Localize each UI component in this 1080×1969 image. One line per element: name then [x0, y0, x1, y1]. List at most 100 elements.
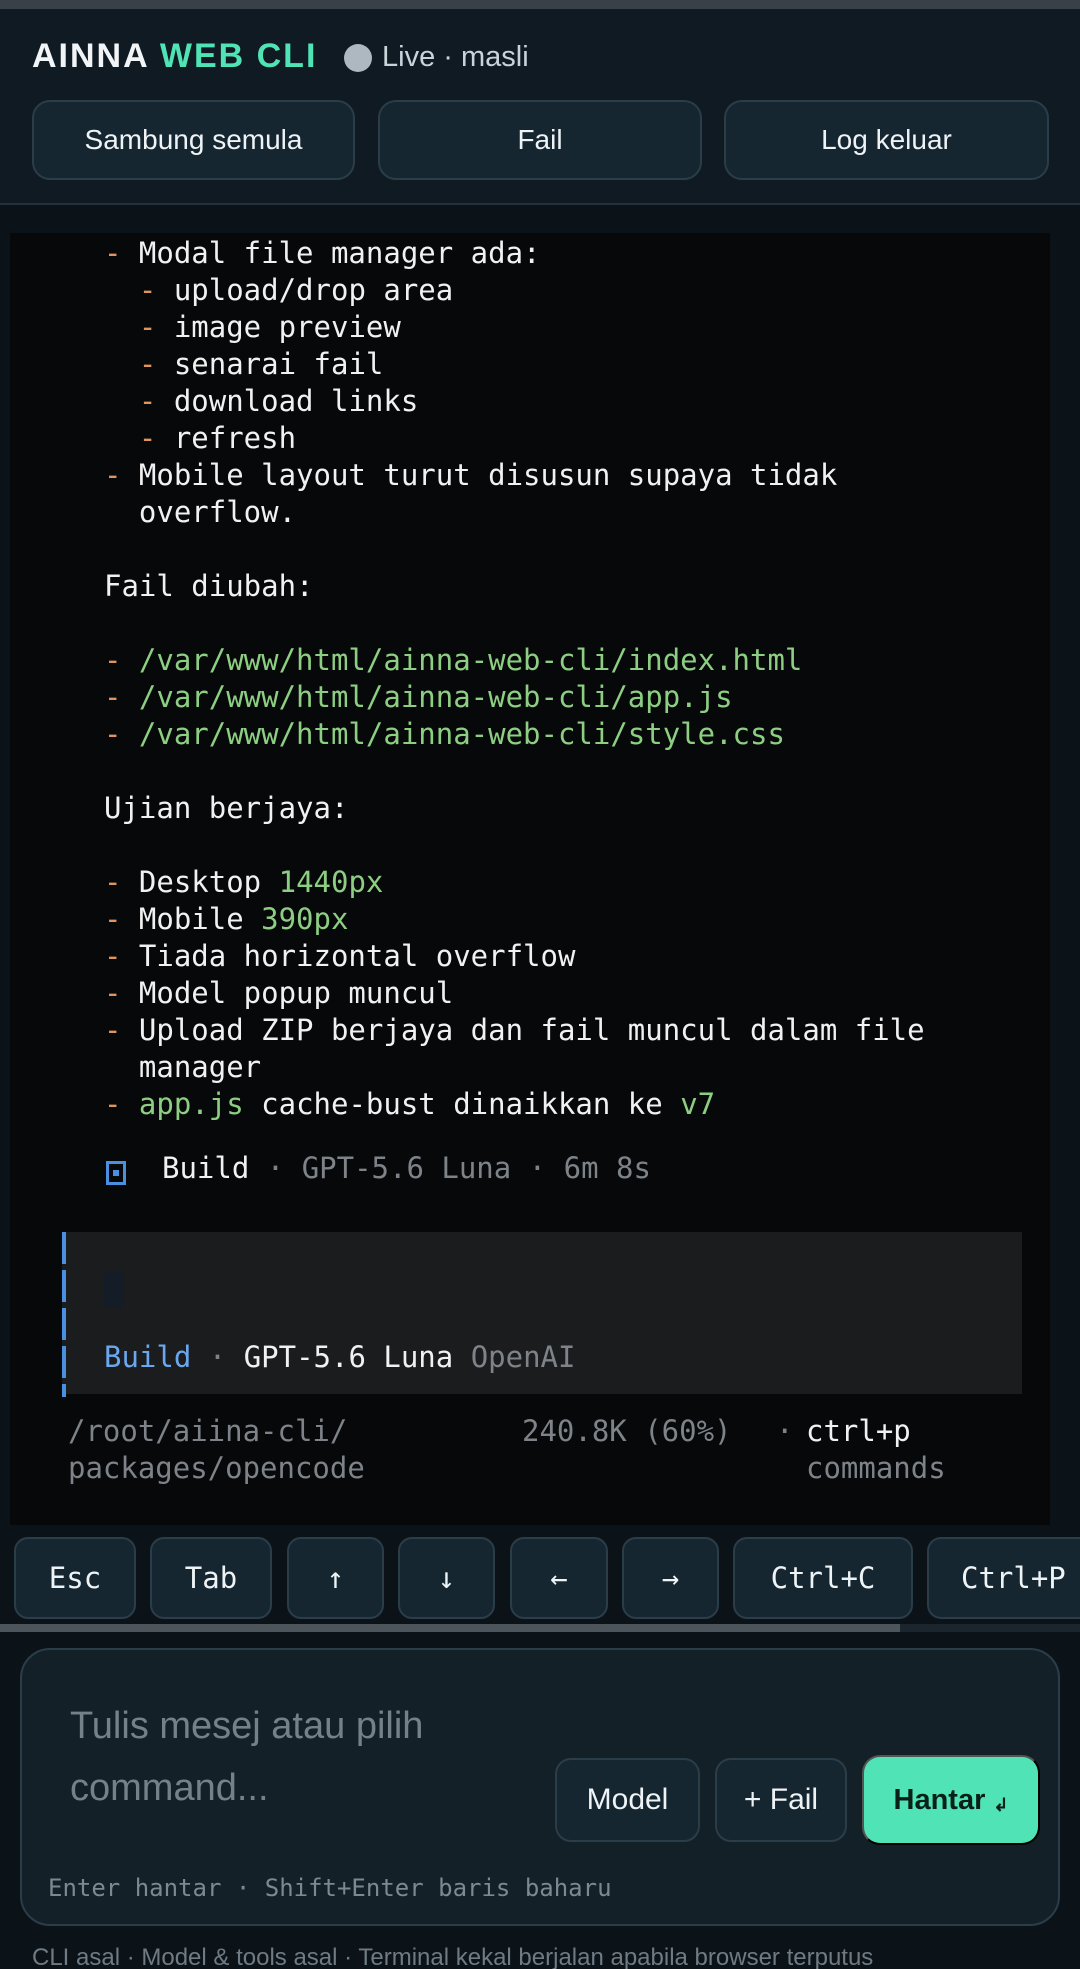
terminal-line: - /var/www/html/ainna-web-cli/style.css [104, 716, 785, 753]
terminal-text: - [104, 902, 139, 936]
arrow-up-key-button[interactable]: ↑ [287, 1537, 384, 1619]
message-input[interactable]: Tulis mesej atau pilih command... [70, 1695, 510, 1819]
app-title-part1: AINNA [32, 37, 149, 75]
terminal-line: - Model popup muncul [104, 975, 453, 1012]
terminal-text: download links [173, 384, 419, 418]
terminal-text: 1440px [278, 865, 384, 899]
terminal-line: - /var/www/html/ainna-web-cli/app.js [104, 679, 733, 716]
terminal-text: Model popup muncul [138, 976, 454, 1010]
status-shortcut-key: ctrl+p [806, 1414, 911, 1448]
terminal-text: senarai fail [173, 347, 384, 381]
terminal-line: - Upload ZIP berjaya dan fail muncul dal… [104, 1012, 925, 1049]
terminal-line: - image preview [104, 309, 401, 346]
terminal-text: Ujian berjaya: [104, 791, 349, 825]
status-dot-icon [344, 43, 372, 72]
status-token-usage: 240.8K (60%) [522, 1414, 732, 1448]
terminal-text: Desktop [138, 865, 279, 899]
terminal-output[interactable]: - Modal file manager ada: - upload/drop … [10, 233, 1050, 1525]
terminal-text: Upload ZIP berjaya dan fail muncul dalam… [138, 1013, 925, 1047]
terminal-line: - download links [104, 383, 418, 420]
terminal-text: - [104, 865, 139, 899]
arrow-right-key-button[interactable]: → [622, 1537, 719, 1619]
status-separator: · [776, 1414, 794, 1448]
terminal-text: /var/www/html/ainna-web-cli/style.css [138, 717, 785, 751]
terminal-text: manager [104, 1050, 262, 1084]
terminal-line: Fail diubah: [104, 568, 314, 605]
terminal-text: Tiada horizontal overflow [138, 939, 576, 973]
send-button[interactable]: Hantar ↲ [862, 1755, 1040, 1845]
terminal-line: - Modal file manager ada: [104, 235, 541, 272]
terminal-line: manager [104, 1049, 261, 1086]
terminal-text: - [104, 421, 174, 455]
app-title-part2: WEB CLI [159, 37, 318, 75]
terminal-text: /var/www/html/ainna-web-cli/app.js [138, 680, 733, 714]
tab-key-button[interactable]: Tab [150, 1537, 272, 1619]
key-bar-scrollbar-thumb[interactable] [0, 1624, 900, 1632]
terminal-text: - [104, 384, 174, 418]
terminal-line: - Desktop 1440px [104, 864, 383, 901]
send-button-label: Hantar [893, 1783, 986, 1816]
terminal-text: - [104, 273, 174, 307]
terminal-text: Mobile layout turut disusun supaya tidak [138, 458, 838, 492]
terminal-text: Mobile [138, 902, 262, 936]
return-icon: ↲ [993, 1794, 1009, 1815]
esc-key-button[interactable]: Esc [14, 1537, 136, 1619]
app-header: AINNA WEB CLI Live · masli Sambung semul… [0, 9, 1080, 205]
top-divider [0, 0, 1080, 9]
arrow-left-key-button[interactable]: ← [510, 1537, 608, 1619]
terminal-line: - upload/drop area [104, 272, 453, 309]
logout-button[interactable]: Log keluar [724, 100, 1049, 180]
terminal-text: - [104, 310, 174, 344]
terminal-text: image preview [173, 310, 401, 344]
attach-file-button[interactable]: + Fail [715, 1758, 847, 1842]
terminal-line: - /var/www/html/ainna-web-cli/index.html [104, 642, 802, 679]
terminal-text: overflow. [104, 495, 297, 529]
build-summary: Build · GPT-5.6 Luna · 6m 8s [162, 1151, 651, 1185]
status-path-line-1: /root/aiina-cli/ [68, 1414, 348, 1448]
connection-status: Live · masli [344, 41, 529, 74]
terminal-line: - Mobile 390px [104, 901, 348, 938]
build-status-icon [106, 1161, 126, 1185]
prompt-input-marker [62, 1232, 66, 1397]
app-title: AINNA WEB CLI [32, 37, 317, 76]
status-shortcut-label: commands [806, 1451, 946, 1485]
terminal-text: cache-bust dinaikkan ke [243, 1087, 681, 1121]
ctrl-p-key-button[interactable]: Ctrl+P [927, 1537, 1080, 1619]
shortcut-key-bar: Esc Tab ↑ ↓ ← → Ctrl+C Ctrl+P [0, 1537, 1080, 1621]
terminal-line: - Mobile layout turut disusun supaya tid… [104, 457, 837, 494]
terminal-line: Ujian berjaya: [104, 790, 348, 827]
reconnect-button[interactable]: Sambung semula [32, 100, 355, 180]
terminal-line: overflow. [104, 494, 296, 531]
terminal-text: upload/drop area [173, 273, 454, 307]
status-path-line-2: packages/opencode [68, 1451, 365, 1485]
composer-hint: Enter hantar · Shift+Enter baris baharu [48, 1874, 612, 1902]
terminal-text: Fail diubah: [104, 569, 314, 603]
terminal-text: - [104, 458, 139, 492]
footer-note: CLI asal · Model & tools asal · Terminal… [32, 1944, 874, 1969]
terminal-text: 390px [261, 902, 349, 936]
terminal-text: /var/www/html/ainna-web-cli/index.html [138, 643, 803, 677]
terminal-line: - refresh [104, 420, 296, 457]
terminal-text: refresh [173, 421, 297, 455]
prompt-mode-line: Build · GPT-5.6 Luna OpenAI [104, 1340, 576, 1374]
terminal-text: - [104, 680, 139, 714]
arrow-down-key-button[interactable]: ↓ [398, 1537, 495, 1619]
files-button[interactable]: Fail [378, 100, 702, 180]
ctrl-c-key-button[interactable]: Ctrl+C [733, 1537, 913, 1619]
terminal-text: - [104, 1013, 139, 1047]
terminal-text: - [104, 939, 139, 973]
text-cursor [104, 1272, 124, 1308]
model-button[interactable]: Model [555, 1758, 700, 1842]
terminal-text: app.js [138, 1087, 244, 1121]
terminal-text: - [104, 1087, 139, 1121]
terminal-text: - [104, 643, 139, 677]
terminal-text: - [104, 347, 174, 381]
terminal-text: - [104, 976, 139, 1010]
terminal-line: - Tiada horizontal overflow [104, 938, 575, 975]
terminal-line: - senarai fail [104, 346, 383, 383]
status-text: Live · masli [382, 41, 529, 73]
terminal-text: - [104, 236, 139, 270]
terminal-text: Modal file manager ada: [138, 236, 541, 270]
terminal-text: v7 [680, 1087, 716, 1121]
terminal-line: - app.js cache-bust dinaikkan ke v7 [104, 1086, 715, 1123]
